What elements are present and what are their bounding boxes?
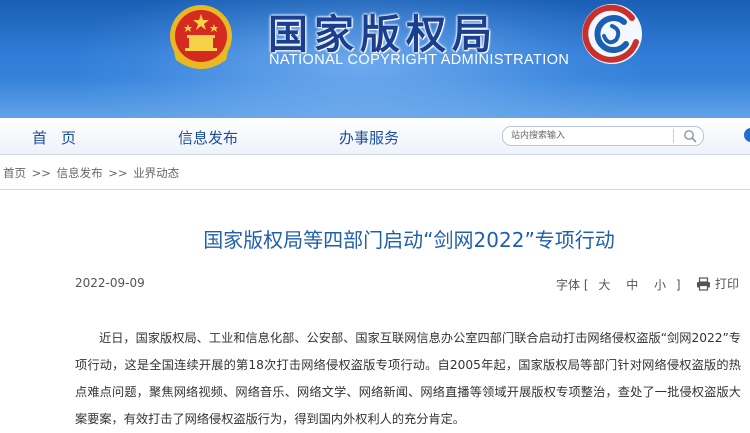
search-box <box>502 126 704 146</box>
search-icon[interactable] <box>683 129 697 143</box>
article-title: 国家版权局等四部门启动“剑网2022”专项行动 <box>203 228 615 252</box>
site-banner: 国家版权局 NATIONAL COPYRIGHT ADMINISTRATION <box>0 0 750 118</box>
banner-wave <box>0 78 750 118</box>
copyright-logo-icon <box>582 4 642 64</box>
font-size-medium[interactable]: 中 <box>626 278 638 292</box>
font-size-small[interactable]: 小 <box>654 278 666 292</box>
breadcrumb-separator: >> <box>31 166 51 180</box>
font-size-large[interactable]: 大 <box>598 278 610 292</box>
breadcrumb-home[interactable]: 首页 <box>3 166 26 180</box>
breadcrumb-separator: >> <box>108 166 128 180</box>
breadcrumb: 首页 >> 信息发布 >> 业界动态 <box>3 165 179 181</box>
breadcrumb-info-release[interactable]: 信息发布 <box>57 166 103 180</box>
nav-info-release[interactable]: 信息发布 <box>178 127 238 148</box>
national-emblem-icon <box>170 5 232 69</box>
site-subtitle: NATIONAL COPYRIGHT ADMINISTRATION <box>269 52 570 68</box>
search-input[interactable] <box>511 128 671 144</box>
breadcrumb-industry-news[interactable]: 业界动态 <box>133 166 179 180</box>
article-date: 2022-09-09 <box>75 276 145 290</box>
print-button[interactable]: 打印 <box>696 275 739 292</box>
font-size-open-bracket: [ <box>583 278 589 292</box>
search-divider <box>673 129 674 143</box>
nav-services[interactable]: 办事服务 <box>339 127 399 148</box>
font-size-label: 字体 <box>556 278 581 292</box>
font-size-close-bracket: ] <box>675 278 681 292</box>
print-label: 打印 <box>715 277 740 291</box>
font-size-control: 字体 [ 大 中 小 ] <box>556 276 681 293</box>
nav-home[interactable]: 首页 <box>32 127 90 148</box>
printer-icon <box>697 277 710 291</box>
article-body: 近日，国家版权局、工业和信息化部、公安部、国家互联网信息办公室四部门联合启动打击… <box>75 331 741 426</box>
breadcrumb-divider <box>0 189 750 190</box>
